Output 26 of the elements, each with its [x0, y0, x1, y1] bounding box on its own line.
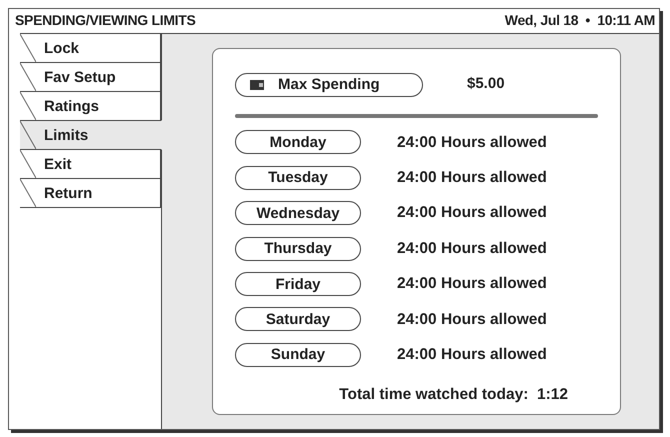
date-time: Wed, Jul 18 • 10:11 AM	[504, 10, 655, 30]
menu-tab[interactable]: Fav Setup	[20, 62, 161, 92]
menu-tab[interactable]: Limits	[20, 120, 162, 150]
hours-allowed: 24:00 Hours allowed	[397, 132, 547, 153]
hours-allowed: 24:00 Hours allowed	[397, 345, 547, 366]
day-button[interactable]: Sunday	[235, 342, 361, 367]
day-button[interactable]: Thursday	[235, 236, 361, 261]
hours-allowed: 24:00 Hours allowed	[397, 203, 547, 224]
hours-allowed: 24:00 Hours allowed	[397, 168, 547, 188]
hours-allowed: 24:00 Hours allowed	[397, 238, 547, 259]
day-button[interactable]: Tuesday	[235, 166, 361, 190]
wallet-icon	[250, 80, 264, 90]
hours-allowed: 24:00 Hours allowed	[397, 310, 547, 330]
day-button[interactable]: Wednesday	[235, 201, 361, 226]
day-button[interactable]: Friday	[235, 272, 361, 296]
spending-value: $5.00	[467, 74, 505, 94]
total-time-watched: Total time watched today: 1:12	[338, 384, 569, 405]
screen-title: SPENDING/VIEWING LIMITS	[15, 10, 196, 30]
day-button[interactable]: Saturday	[235, 307, 361, 332]
menu-tab[interactable]: Ratings	[20, 91, 161, 121]
menu-tab[interactable]: Lock	[20, 33, 161, 63]
hours-allowed: 24:00 Hours allowed	[397, 274, 547, 294]
day-button[interactable]: Monday	[235, 130, 361, 154]
menu-tab[interactable]: Exit	[20, 149, 161, 179]
menu-tab[interactable]: Return	[20, 178, 161, 208]
max-spending-button[interactable]: Max Spending	[235, 72, 423, 97]
